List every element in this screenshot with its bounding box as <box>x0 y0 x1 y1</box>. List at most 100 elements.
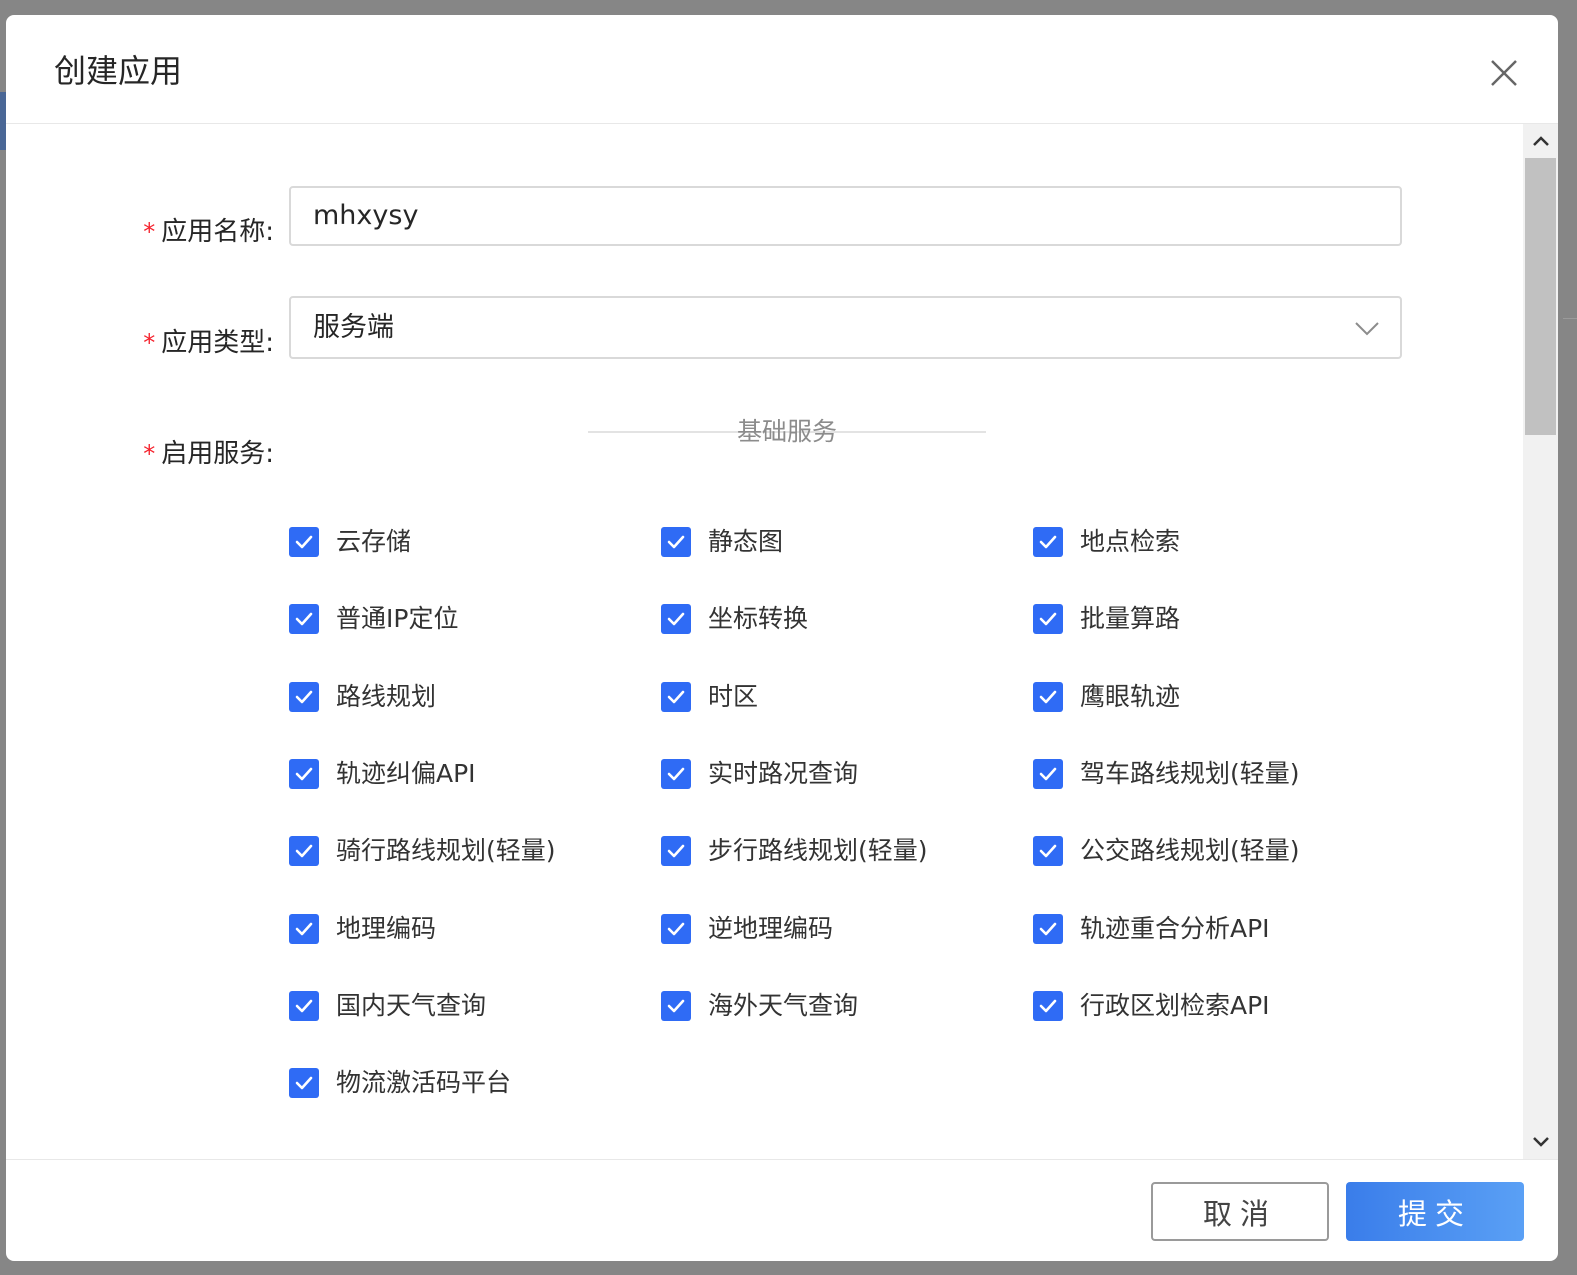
close-icon <box>1491 60 1517 86</box>
checkbox[interactable] <box>289 604 319 634</box>
service-label: 时区 <box>708 682 759 711</box>
checkbox[interactable] <box>661 527 691 557</box>
checkmark-icon <box>667 612 685 626</box>
service-checkbox-item[interactable]: 鹰眼轨迹 <box>1033 679 1180 715</box>
checkmark-icon <box>295 767 313 781</box>
required-mark: * <box>143 440 156 468</box>
scroll-up-button[interactable] <box>1523 124 1558 158</box>
checkbox[interactable] <box>289 1068 319 1098</box>
checkmark-icon <box>667 767 685 781</box>
service-checkbox-item[interactable]: 公交路线规划(轻量) <box>1033 833 1300 869</box>
checkmark-icon <box>667 999 685 1013</box>
app-name-input[interactable]: mhxysy <box>289 186 1402 246</box>
checkbox[interactable] <box>1033 604 1063 634</box>
services-label: * 启用服务: <box>143 436 274 472</box>
checkmark-icon <box>1039 612 1057 626</box>
chevron-down-icon <box>1355 322 1379 336</box>
checkmark-icon <box>295 612 313 626</box>
dialog-footer: 取消 提交 <box>6 1159 1558 1261</box>
service-label: 坐标转换 <box>708 604 809 633</box>
checkbox[interactable] <box>661 836 691 866</box>
chevron-down-icon <box>1532 1137 1549 1147</box>
service-label: 地点检索 <box>1080 527 1181 556</box>
dialog-header: 创建应用 <box>6 15 1558 124</box>
service-label: 地理编码 <box>336 914 437 943</box>
service-checkbox-item[interactable]: 地理编码 <box>289 911 436 947</box>
checkbox[interactable] <box>1033 527 1063 557</box>
checkbox[interactable] <box>289 991 319 1021</box>
service-checkbox-item[interactable]: 时区 <box>661 679 758 715</box>
service-checkbox-item[interactable]: 地点检索 <box>1033 524 1180 560</box>
service-checkbox-item[interactable]: 步行路线规划(轻量) <box>661 833 928 869</box>
service-checkbox-item[interactable]: 物流激活码平台 <box>289 1065 511 1101</box>
checkbox[interactable] <box>661 682 691 712</box>
service-checkbox-item[interactable]: 批量算路 <box>1033 601 1180 637</box>
services-label-text: 启用服务: <box>161 439 274 469</box>
cancel-button[interactable]: 取消 <box>1151 1182 1329 1241</box>
checkbox[interactable] <box>289 682 319 712</box>
service-label: 轨迹纠偏API <box>336 759 476 788</box>
service-checkbox-item[interactable]: 路线规划 <box>289 679 436 715</box>
checkmark-icon <box>1039 844 1057 858</box>
submit-button[interactable]: 提交 <box>1346 1182 1524 1241</box>
service-checkbox-item[interactable]: 国内天气查询 <box>289 988 486 1024</box>
checkbox[interactable] <box>661 991 691 1021</box>
checkbox[interactable] <box>661 914 691 944</box>
checkbox[interactable] <box>289 527 319 557</box>
checkbox[interactable] <box>661 759 691 789</box>
checkmark-icon <box>1039 999 1057 1013</box>
service-checkbox-item[interactable]: 轨迹纠偏API <box>289 756 476 792</box>
service-checkbox-item[interactable]: 坐标转换 <box>661 601 808 637</box>
scroll-thumb[interactable] <box>1525 158 1556 435</box>
checkbox[interactable] <box>661 604 691 634</box>
service-label: 逆地理编码 <box>708 914 834 943</box>
app-name-value: mhxysy <box>313 200 419 231</box>
service-checkbox-item[interactable]: 轨迹重合分析API <box>1033 911 1270 947</box>
scroll-down-button[interactable] <box>1523 1125 1558 1159</box>
checkbox[interactable] <box>1033 682 1063 712</box>
app-type-select[interactable]: 服务端 <box>289 296 1402 359</box>
service-checkbox-item[interactable]: 逆地理编码 <box>661 911 833 947</box>
create-app-dialog: 创建应用 *应用名称: mhxysy *应用类型: 服务端 *启用服务: <box>6 15 1558 1261</box>
checkbox[interactable] <box>1033 991 1063 1021</box>
service-label: 路线规划 <box>336 682 437 711</box>
checkbox[interactable] <box>289 914 319 944</box>
service-checkbox-item[interactable]: 普通IP定位 <box>289 601 458 637</box>
checkbox[interactable] <box>289 759 319 789</box>
app-type-label: * 应用类型: <box>143 325 274 361</box>
checkmark-icon <box>1039 767 1057 781</box>
section-divider: 基础服务 <box>588 414 986 450</box>
service-checkbox-item[interactable]: 静态图 <box>661 524 783 560</box>
checkbox[interactable] <box>1033 914 1063 944</box>
service-label: 静态图 <box>708 527 784 556</box>
service-label: 国内天气查询 <box>336 991 487 1020</box>
close-button[interactable] <box>1484 53 1524 93</box>
checkmark-icon <box>295 690 313 704</box>
service-checkbox-item[interactable]: 骑行路线规划(轻量) <box>289 833 556 869</box>
checkbox[interactable] <box>289 836 319 866</box>
service-checkbox-item[interactable]: 实时路况查询 <box>661 756 858 792</box>
service-checkbox-item[interactable]: 驾车路线规划(轻量) <box>1033 756 1300 792</box>
service-label: 批量算路 <box>1080 604 1181 633</box>
service-checkbox-item[interactable]: 行政区划检索API <box>1033 988 1270 1024</box>
dialog-body: * 应用名称: mhxysy * 应用类型: 服务端 * 启用服务: 基础服务 云存储… <box>6 124 1558 1159</box>
checkmark-icon <box>1039 922 1057 936</box>
section-title: 基础服务 <box>736 417 837 446</box>
checkmark-icon <box>295 844 313 858</box>
service-label: 鹰眼轨迹 <box>1080 682 1181 711</box>
chevron-up-icon <box>1532 136 1549 146</box>
service-label: 步行路线规划(轻量) <box>708 836 928 865</box>
vertical-scrollbar[interactable] <box>1523 124 1558 1159</box>
checkbox[interactable] <box>1033 836 1063 866</box>
checkmark-icon <box>1039 535 1057 549</box>
service-label: 行政区划检索API <box>1080 991 1270 1020</box>
required-mark: * <box>143 329 156 357</box>
service-label: 骑行路线规划(轻量) <box>336 836 556 865</box>
service-checkbox-item[interactable]: 云存储 <box>289 524 411 560</box>
checkmark-icon <box>295 999 313 1013</box>
checkmark-icon <box>667 844 685 858</box>
checkmark-icon <box>1039 690 1057 704</box>
service-checkbox-item[interactable]: 海外天气查询 <box>661 988 858 1024</box>
checkmark-icon <box>295 1076 313 1090</box>
checkbox[interactable] <box>1033 759 1063 789</box>
